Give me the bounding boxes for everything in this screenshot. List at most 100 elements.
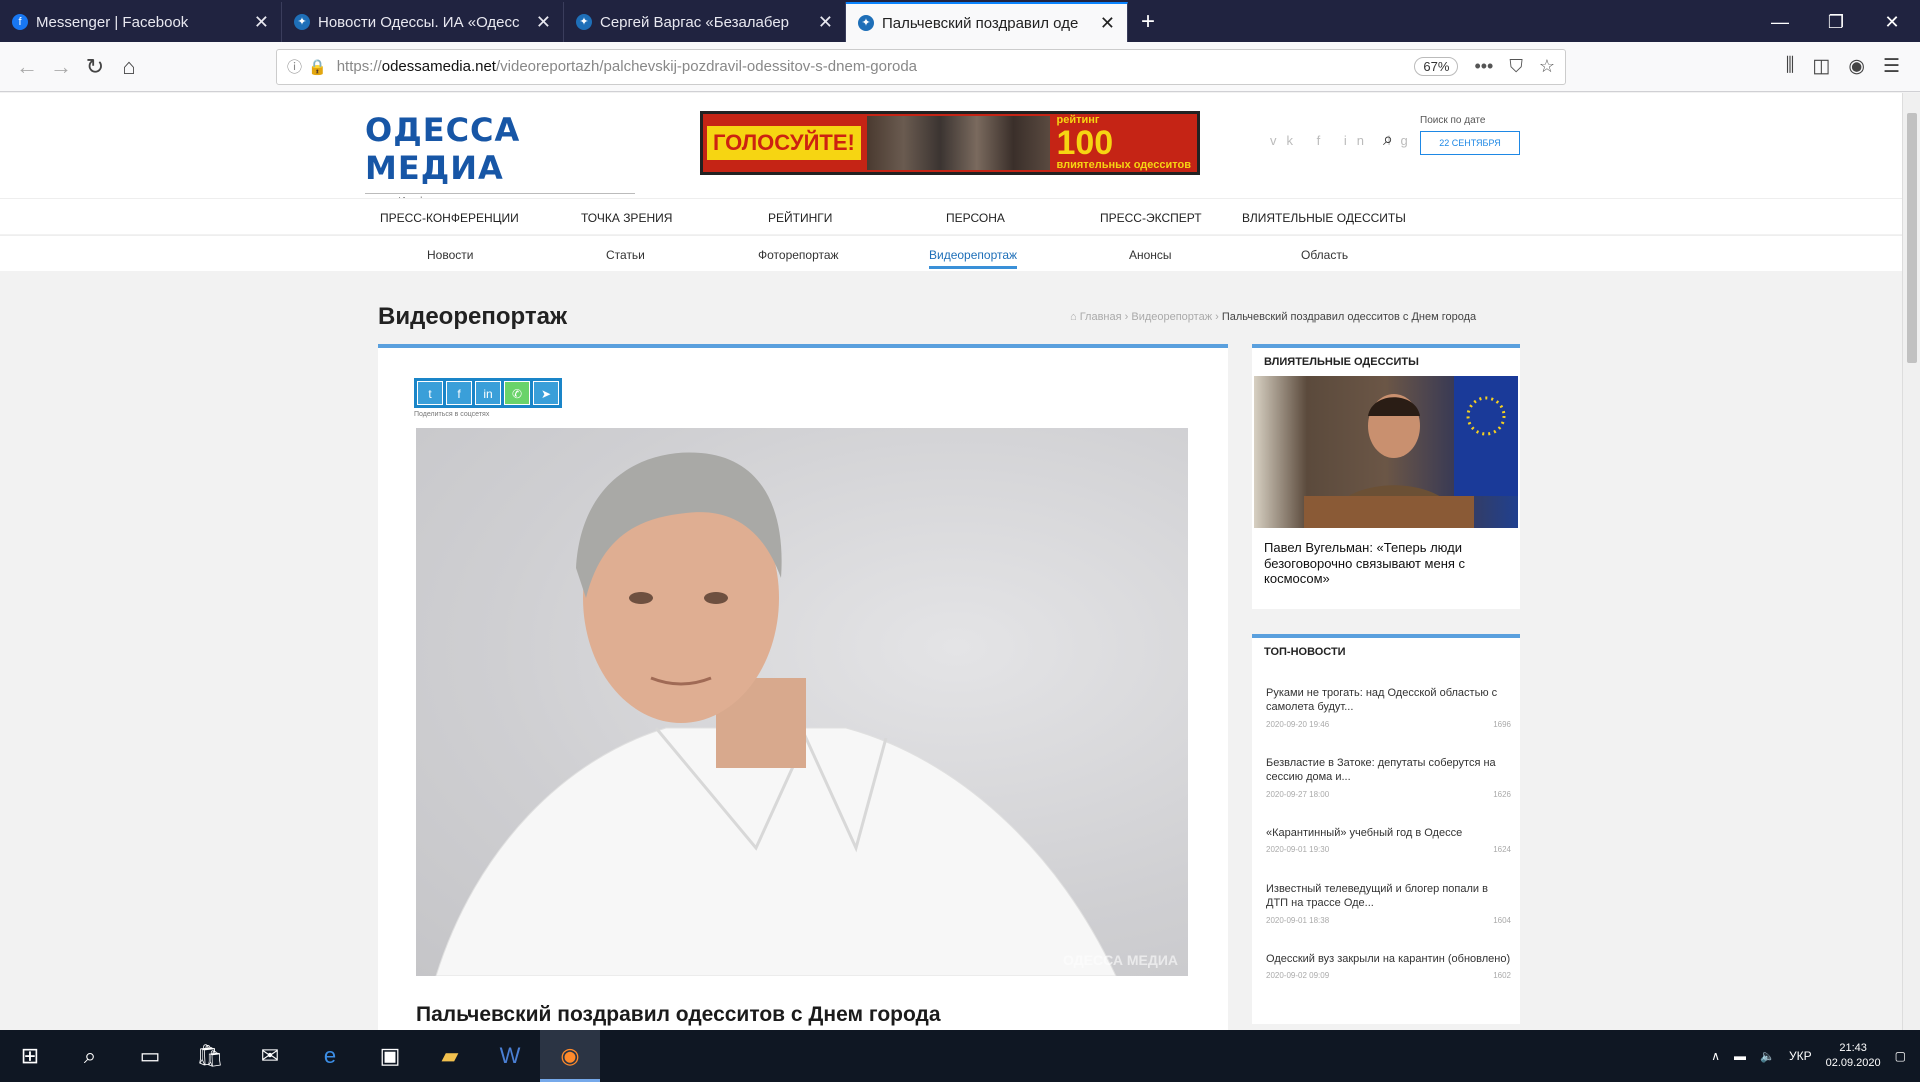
facebook-share-icon[interactable]: f [446, 381, 472, 405]
influential-caption[interactable]: Павел Вугельман: «Теперь люди безоговоро… [1252, 528, 1520, 599]
article-card: t f in ✆ ➤ Поделиться в соцсетях ОДЕССА … [378, 344, 1228, 1030]
windows-start-icon[interactable]: ⊞ [0, 1030, 60, 1082]
url-path: /videoreportazh/palchevskij-pozdravil-od… [495, 58, 918, 75]
toolbar-right: ⫼ ◫ ◉ ☰ [1786, 55, 1910, 78]
menu-photo-report[interactable]: Фоторепортаж [758, 248, 839, 262]
menu-video-report[interactable]: Видеорепортаж [929, 248, 1018, 269]
news-item[interactable]: Руками не трогать: над Одесской областью… [1266, 686, 1511, 730]
forward-icon[interactable]: → [44, 50, 78, 84]
menu-point-of-view[interactable]: ТОЧКА ЗРЕНИЯ [581, 211, 672, 225]
search-taskbar-icon[interactable]: ⌕ [60, 1030, 120, 1082]
word-icon[interactable]: W [480, 1030, 540, 1082]
browser-tab-bar: f Messenger | Facebook ✕ ✦ Новости Одесс… [0, 0, 1920, 42]
influential-portrait [1304, 376, 1518, 528]
zoom-indicator[interactable]: 67% [1414, 57, 1459, 76]
breadcrumb-section[interactable]: Видеорепортаж [1131, 311, 1212, 323]
tab-odessa-news[interactable]: ✦ Новости Одессы. ИА «Одесс ✕ [282, 2, 564, 42]
url-domain: odessamedia.net [381, 58, 496, 75]
page-scrollbar[interactable] [1902, 93, 1920, 1030]
sidebar-icon[interactable]: ◫ [1812, 55, 1830, 78]
influential-photo[interactable] [1254, 376, 1518, 528]
top-news-widget: ТОП-НОВОСТИ Руками не трогать: над Одесс… [1252, 634, 1520, 1024]
news-text: Безвластие в Затоке: депутаты соберутся … [1266, 757, 1496, 784]
influential-widget-title: ВЛИЯТЕЛЬНЫЕ ОДЕССИТЫ [1264, 356, 1419, 368]
search-icon[interactable]: ⌕ [1383, 129, 1393, 150]
linkedin-share-icon[interactable]: in [475, 381, 501, 405]
news-item[interactable]: Безвластие в Затоке: депутаты соберутся … [1266, 756, 1511, 800]
close-tab-icon[interactable]: ✕ [254, 12, 269, 33]
url-prefix: https:// [336, 58, 382, 75]
store-icon[interactable]: 🛍 [180, 1030, 240, 1082]
close-tab-icon[interactable]: ✕ [1100, 13, 1115, 34]
breadcrumb-current: Пальчевский поздравил одесситов с Днем г… [1221, 311, 1477, 323]
whatsapp-share-icon[interactable]: ✆ [504, 381, 530, 405]
site-logo[interactable]: ОДЕССА МЕДИА Информационное агентство [365, 111, 635, 207]
news-item[interactable]: Известный телеведущий и блогер попали в … [1266, 882, 1511, 926]
menu-press-expert[interactable]: ПРЕСС-ЭКСПЕРТ [1100, 211, 1202, 225]
volume-icon[interactable]: 🔈 [1760, 1049, 1775, 1063]
pocket-icon[interactable]: ⛉ [1509, 56, 1523, 77]
article-photo[interactable]: ОДЕССА МЕДИА [416, 428, 1188, 976]
menu-persona[interactable]: ПЕРСОНА [946, 211, 1005, 225]
restore-icon[interactable]: ❐ [1808, 2, 1864, 42]
primary-menu: ПРЕСС-КОНФЕРЕНЦИИ ТОЧКА ЗРЕНИЯ РЕЙТИНГИ … [0, 198, 1902, 234]
menu-icon[interactable]: ☰ [1883, 55, 1900, 78]
news-date: 2020-09-02 09:09 [1266, 971, 1330, 981]
home-crumb-icon[interactable]: ⌂ [1070, 311, 1080, 323]
telegram-share-icon[interactable]: ➤ [533, 381, 559, 405]
close-window-icon[interactable]: ✕ [1864, 2, 1920, 42]
edge-icon[interactable]: e [300, 1030, 360, 1082]
notifications-icon[interactable]: ▢ [1895, 1049, 1906, 1063]
close-tab-icon[interactable]: ✕ [536, 12, 551, 33]
news-item[interactable]: Одесский вуз закрыли на карантин (обновл… [1266, 952, 1511, 982]
firefox-icon[interactable]: ◉ [540, 1030, 600, 1082]
news-views: 1626 [1493, 789, 1511, 799]
taskbar: ⊞ ⌕ ▭ 🛍 ✉ e ▣ ▰ W ◉ ∧ ▬ 🔈 УКР 21:43 02.0… [0, 1030, 1920, 1082]
menu-ratings[interactable]: РЕЙТИНГИ [768, 211, 832, 225]
news-views: 1604 [1493, 915, 1511, 925]
network-icon[interactable]: ▬ [1734, 1049, 1746, 1063]
tab-palchevsky[interactable]: ✦ Пальчевский поздравил оде ✕ [846, 2, 1128, 42]
menu-region[interactable]: Область [1301, 248, 1348, 262]
menu-influential[interactable]: ВЛИЯТЕЛЬНЫЕ ОДЕССИТЫ [1242, 211, 1406, 225]
breadcrumb-home[interactable]: Главная [1080, 311, 1122, 323]
tab-title: Пальчевский поздравил оде [882, 14, 1079, 32]
home-icon[interactable]: ⌂ [112, 50, 146, 84]
new-tab-icon[interactable]: + [1128, 2, 1168, 42]
info-icon[interactable]: ⓘ [287, 56, 302, 77]
clock[interactable]: 21:43 02.09.2020 [1826, 1041, 1881, 1072]
scrollbar-thumb[interactable] [1907, 113, 1917, 363]
tab-messenger[interactable]: f Messenger | Facebook ✕ [0, 2, 282, 42]
account-icon[interactable]: ◉ [1848, 55, 1865, 78]
menu-press-conferences[interactable]: ПРЕСС-КОНФЕРЕНЦИИ [380, 211, 519, 225]
library-icon[interactable]: ⫼ [1786, 55, 1795, 78]
bookmark-star-icon[interactable]: ☆ [1539, 56, 1555, 77]
minimize-icon[interactable]: — [1752, 2, 1808, 42]
language-indicator[interactable]: УКР [1789, 1049, 1812, 1063]
lock-icon: 🔒 [308, 58, 327, 76]
social-icons[interactable]: vk f in ig [1270, 133, 1418, 148]
search-date-label: Поиск по дате [1420, 115, 1486, 126]
banner-rating-number: 100 [1056, 124, 1114, 162]
banner-vote-text: ГОЛОСУЙТЕ! [707, 126, 861, 160]
file-explorer-icon[interactable]: ▰ [420, 1030, 480, 1082]
news-item[interactable]: «Карантинный» учебный год в Одессе 2020-… [1266, 826, 1511, 856]
mail-icon[interactable]: ✉ [240, 1030, 300, 1082]
twitter-share-icon[interactable]: t [417, 381, 443, 405]
task-view-icon[interactable]: ▭ [120, 1030, 180, 1082]
close-tab-icon[interactable]: ✕ [818, 12, 833, 33]
menu-news[interactable]: Новости [427, 248, 473, 262]
search-date-button[interactable]: 22 СЕНТЯБРЯ [1420, 131, 1520, 155]
app-icon[interactable]: ▣ [360, 1030, 420, 1082]
menu-announcements[interactable]: Анонсы [1129, 248, 1172, 262]
reload-icon[interactable]: ↻ [78, 50, 112, 84]
news-text: Одесский вуз закрыли на карантин (обновл… [1266, 953, 1511, 965]
url-bar[interactable]: ⓘ 🔒 https:// odessamedia.net /videorepor… [276, 48, 1566, 85]
back-icon[interactable]: ← [10, 50, 44, 84]
browser-nav-bar: ← → ↻ ⌂ ⓘ 🔒 https:// odessamedia.net /vi… [0, 42, 1920, 92]
more-icon[interactable]: ••• [1474, 56, 1493, 77]
menu-articles[interactable]: Статьи [606, 248, 645, 262]
ad-banner[interactable]: ГОЛОСУЙТЕ! рейтинг 100 влиятельных одесс… [700, 111, 1200, 175]
tab-vargas[interactable]: ✦ Сергей Варгас «Безалабер ✕ [564, 2, 846, 42]
tray-expand-icon[interactable]: ∧ [1711, 1049, 1720, 1063]
